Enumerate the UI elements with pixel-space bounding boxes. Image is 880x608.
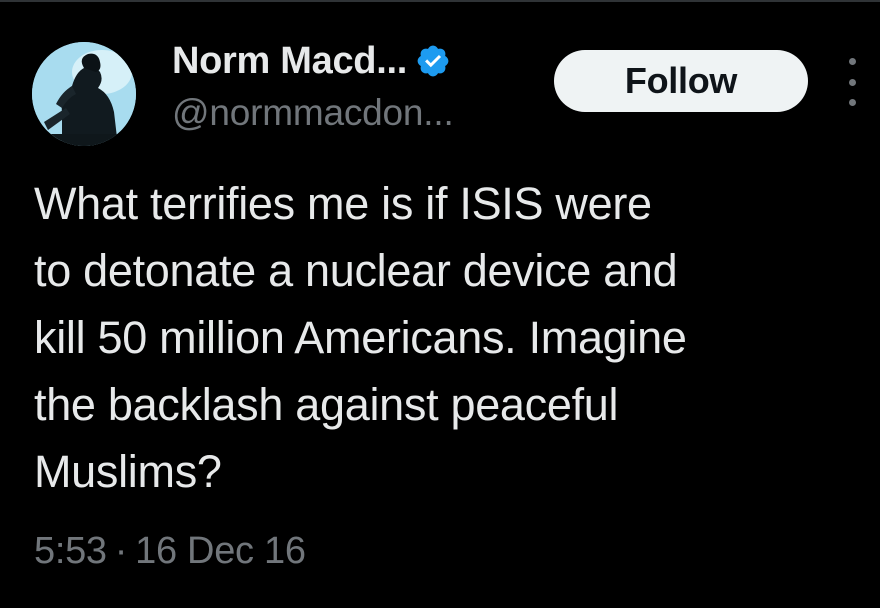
tweet-body: What terrifies me is if ISIS were to det… [34,170,864,505]
tweet-line: to detonate a nuclear device and [34,245,678,296]
verified-badge-icon[interactable] [415,43,451,79]
tweet-line: What terrifies me is if ISIS were [34,178,652,229]
more-dot [848,99,856,106]
tweet-line: Muslims? [34,446,222,497]
more-dot [848,58,856,65]
more-dot [848,78,856,86]
profile-photo-icon [32,42,136,146]
author-display-name[interactable]: Norm Macd... [172,40,407,83]
meta-separator: · [114,530,128,572]
follow-button[interactable]: Follow [554,50,808,112]
author-handle[interactable]: @normmacdon... [172,92,454,134]
tweet-time: 5:53 [34,530,107,572]
tweet-card: Norm Macd... @normmacdon... Follow What … [0,0,880,608]
tweet-line: kill 50 million Americans. Imagine [34,312,687,363]
tweet-date: 16 Dec 16 [135,530,306,572]
avatar[interactable] [32,42,136,146]
tweet-timestamp[interactable]: 5:53 · 16 Dec 16 [34,530,306,573]
more-options-icon[interactable] [838,58,866,106]
author-name-row: Norm Macd... [172,38,451,84]
tweet-line: the backlash against peaceful [34,379,619,430]
